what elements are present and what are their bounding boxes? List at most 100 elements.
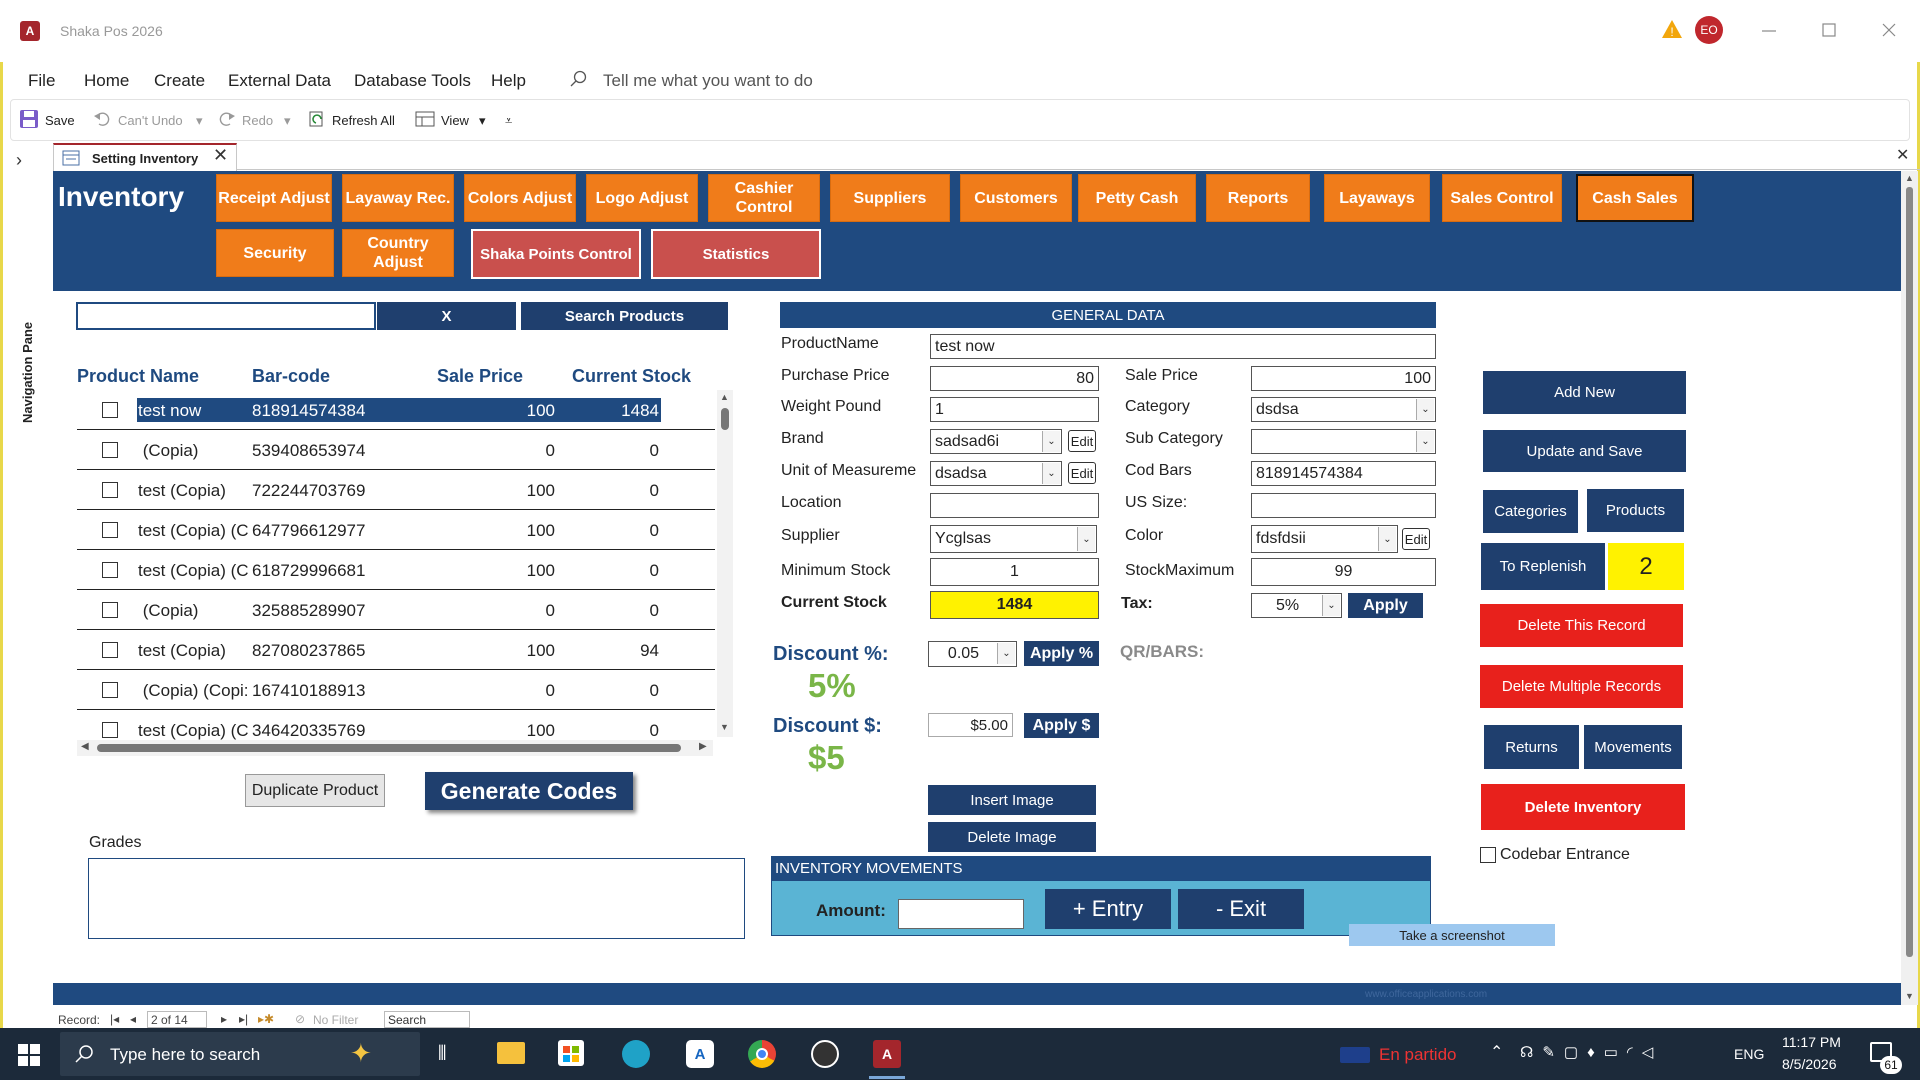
shaka-points-control-button[interactable]: Shaka Points Control [471, 229, 641, 279]
petty-cash-button[interactable]: Petty Cash [1078, 174, 1196, 222]
cashier-control-button[interactable]: Cashier Control [708, 174, 820, 222]
row-checkbox[interactable] [102, 482, 118, 498]
row-checkbox[interactable] [102, 682, 118, 698]
delete-multiple-records-button[interactable]: Delete Multiple Records [1480, 665, 1683, 708]
minimum-stock-field[interactable]: 1 [930, 558, 1099, 586]
customize-qat-icon[interactable]: ⩡ [505, 113, 512, 129]
minimize-icon[interactable] [1760, 20, 1778, 40]
returns-button[interactable]: Returns [1484, 725, 1579, 769]
expand-nav-icon[interactable]: › [16, 150, 22, 171]
chevron-down-icon[interactable]: ⌄ [1416, 431, 1434, 452]
view-dropdown-icon[interactable]: ▾ [479, 113, 486, 129]
update-and-save-button[interactable]: Update and Save [1483, 430, 1686, 472]
receipt-adjust-button[interactable]: Receipt Adjust [216, 174, 332, 222]
clear-search-button[interactable]: X [377, 302, 516, 330]
edit-brand-button[interactable]: Edit [1068, 430, 1096, 452]
menu-home[interactable]: Home [84, 71, 129, 91]
delete-image-button[interactable]: Delete Image [928, 822, 1096, 852]
entry-button[interactable]: + Entry [1045, 889, 1171, 929]
layaways-button[interactable]: Layaways [1324, 174, 1430, 222]
app-a-icon[interactable]: A [686, 1040, 714, 1068]
save-button[interactable]: Save [45, 113, 75, 128]
apply-percent-button[interactable]: Apply % [1024, 641, 1099, 666]
menu-create[interactable]: Create [154, 71, 205, 91]
insert-image-button[interactable]: Insert Image [928, 785, 1096, 815]
logo-adjust-button[interactable]: Logo Adjust [586, 174, 698, 222]
supplier-select[interactable]: Ycglsas ⌄ [930, 525, 1097, 553]
purchase-price-field[interactable]: 80 [930, 366, 1099, 391]
list-item[interactable]: (Copia) 539408653974 0 0 [77, 430, 715, 470]
close-form-icon[interactable]: ✕ [1896, 145, 1909, 165]
warning-icon[interactable]: ! [1661, 18, 1683, 40]
take-screenshot-tooltip[interactable]: Take a screenshot [1349, 924, 1555, 946]
store-icon[interactable] [558, 1040, 584, 1066]
next-record-icon[interactable]: ▸ [221, 1012, 227, 1026]
chevron-down-icon[interactable]: ⌄ [1042, 431, 1060, 452]
amount-field[interactable] [898, 899, 1024, 929]
navigation-pane[interactable]: › Navigation Pane [3, 143, 49, 1028]
row-checkbox[interactable] [102, 402, 118, 418]
row-checkbox[interactable] [102, 642, 118, 658]
first-record-icon[interactable]: |◂ [110, 1012, 119, 1026]
scroll-left-icon[interactable]: ◀ [81, 741, 89, 752]
list-item[interactable]: test (Copia) 722244703769 100 0 [77, 470, 715, 510]
add-new-button[interactable]: Add New [1483, 371, 1686, 414]
list-item[interactable]: test (Copia) (C 618729996681 100 0 [77, 550, 715, 590]
refresh-all-button[interactable]: Refresh All [332, 113, 395, 128]
chevron-down-icon[interactable]: ⌄ [1416, 399, 1434, 420]
chevron-down-icon[interactable]: ⌄ [997, 643, 1015, 664]
movements-button[interactable]: Movements [1584, 725, 1682, 769]
customers-button[interactable]: Customers [960, 174, 1072, 222]
row-checkbox[interactable] [102, 722, 118, 738]
menu-file[interactable]: File [28, 71, 55, 91]
to-replenish-button[interactable]: To Replenish [1481, 543, 1605, 590]
taskbar-search-box[interactable]: Type here to search ✦ [60, 1032, 420, 1076]
tax-select[interactable]: 5% ⌄ [1251, 593, 1342, 618]
apply-dollar-button[interactable]: Apply $ [1024, 713, 1099, 738]
refresh-icon[interactable] [308, 110, 326, 131]
sale-price-field[interactable]: 100 [1251, 366, 1436, 391]
generate-codes-button[interactable]: Generate Codes [425, 772, 633, 810]
list-item[interactable]: (Copia) (Copi: 167410188913 0 0 [77, 670, 715, 710]
row-checkbox[interactable] [102, 602, 118, 618]
us-size-field[interactable] [1251, 493, 1436, 518]
task-view-icon[interactable]: ⫴ [438, 1043, 446, 1066]
grades-field[interactable] [88, 858, 745, 939]
delete-this-record-button[interactable]: Delete This Record [1480, 604, 1683, 647]
edit-color-button[interactable]: Edit [1402, 528, 1430, 550]
layaway-rec-button[interactable]: Layaway Rec. [342, 174, 454, 222]
scroll-thumb[interactable] [721, 408, 729, 430]
last-record-icon[interactable]: ▸| [239, 1012, 248, 1026]
brand-select[interactable]: sadsad6i ⌄ [930, 429, 1062, 454]
maximize-icon[interactable] [1820, 20, 1838, 40]
products-button[interactable]: Products [1587, 489, 1684, 532]
category-select[interactable]: dsdsa ⌄ [1251, 397, 1436, 422]
scroll-down-icon[interactable]: ▼ [1905, 991, 1914, 1001]
tray-icons[interactable]: ☊✎▢♦▭◜◁ [1520, 1043, 1662, 1061]
scroll-right-icon[interactable]: ▶ [699, 741, 707, 752]
no-filter-icon[interactable]: ⊘ [295, 1012, 305, 1026]
sales-control-button[interactable]: Sales Control [1442, 174, 1562, 222]
tray-chevron-icon[interactable]: ⌃ [1490, 1042, 1503, 1062]
search-input[interactable] [76, 302, 376, 330]
sub-category-select[interactable]: ⌄ [1251, 429, 1436, 454]
scroll-up-icon[interactable]: ▲ [1905, 173, 1914, 183]
chevron-down-icon[interactable]: ⌄ [1378, 527, 1396, 551]
new-record-icon[interactable]: ▸✱ [258, 1012, 274, 1026]
obs-icon[interactable] [811, 1040, 839, 1068]
record-search-field[interactable]: Search [384, 1011, 470, 1028]
tell-me-input[interactable]: Tell me what you want to do [603, 71, 813, 91]
statistics-button[interactable]: Statistics [651, 229, 821, 279]
suppliers-button[interactable]: Suppliers [830, 174, 950, 222]
row-checkbox[interactable] [102, 522, 118, 538]
view-icon[interactable] [415, 110, 435, 131]
avatar[interactable]: EO [1695, 16, 1723, 44]
categories-button[interactable]: Categories [1483, 490, 1578, 533]
form-scroll-thumb[interactable] [1906, 187, 1913, 957]
search-products-button[interactable]: Search Products [521, 302, 728, 330]
scroll-down-icon[interactable]: ▼ [720, 722, 729, 732]
menu-database-tools[interactable]: Database Tools [354, 71, 471, 91]
list-vertical-scrollbar[interactable]: ▲ ▼ [717, 390, 733, 737]
sports-match-label[interactable]: En partido [1379, 1045, 1457, 1065]
edge-icon[interactable] [622, 1040, 650, 1068]
